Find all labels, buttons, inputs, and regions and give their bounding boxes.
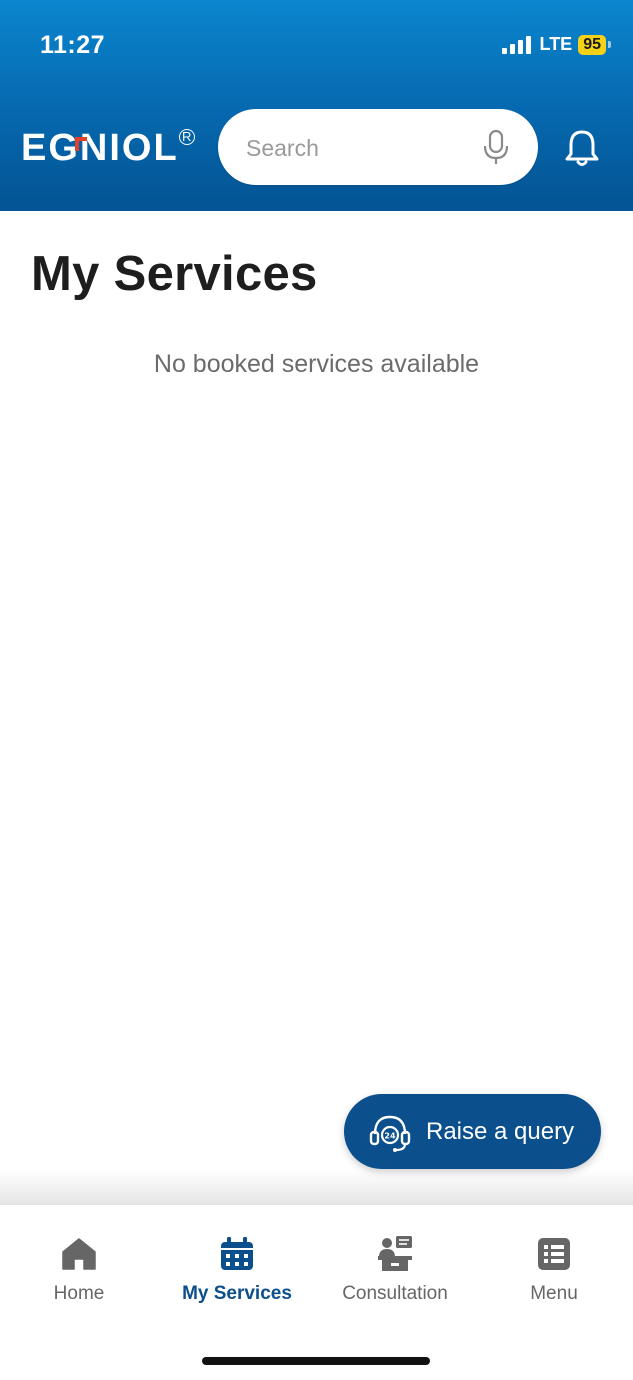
raise-query-button[interactable]: 24 Raise a query — [344, 1094, 601, 1169]
nav-item-menu[interactable]: Menu — [475, 1235, 633, 1305]
svg-text:24: 24 — [384, 1131, 396, 1140]
nav-item-my-services[interactable]: My Services — [158, 1235, 316, 1305]
microphone-icon[interactable] — [482, 129, 510, 167]
app-header: 11:27 LTE 95 EGNIOL R — [0, 0, 633, 211]
notification-bell-icon[interactable] — [563, 128, 601, 168]
search-input[interactable] — [244, 129, 468, 167]
battery-icon: 95 — [578, 34, 611, 55]
nav-shadow — [0, 1170, 633, 1204]
registered-mark-icon: R — [178, 129, 195, 145]
signal-icon — [501, 35, 531, 54]
status-time: 11:27 — [40, 31, 106, 59]
home-indicator[interactable] — [202, 1357, 430, 1365]
logo-text: EGNIOL — [21, 127, 179, 169]
page-title: My Services — [31, 247, 318, 301]
battery-level: 95 — [578, 34, 606, 55]
nav-label-my-services: My Services — [182, 1283, 292, 1304]
bottom-navigation: Home My Services Consultation Menu — [0, 1204, 633, 1380]
nav-item-home[interactable]: Home — [0, 1235, 158, 1305]
home-icon — [62, 1238, 96, 1270]
logo-accent — [75, 137, 87, 151]
nav-label-consultation: Consultation — [342, 1283, 448, 1304]
nav-label-home: Home — [53, 1283, 105, 1304]
menu-list-icon — [538, 1238, 570, 1270]
brand-logo[interactable]: EGNIOL R — [21, 127, 195, 170]
calendar-icon — [221, 1237, 253, 1270]
consultation-icon — [378, 1236, 412, 1271]
support-headset-icon: 24 — [369, 1115, 411, 1152]
network-type: LTE — [539, 34, 573, 54]
nav-label-menu: Menu — [530, 1283, 578, 1304]
empty-state-message: No booked services available — [153, 350, 480, 378]
search-bar[interactable] — [218, 109, 538, 185]
app-screen: 11:27 LTE 95 EGNIOL R Search My Services… — [0, 0, 633, 1380]
nav-item-consultation[interactable]: Consultation — [316, 1235, 474, 1305]
status-indicators: LTE 95 — [501, 34, 611, 55]
raise-query-label: Raise a query — [426, 1117, 575, 1145]
